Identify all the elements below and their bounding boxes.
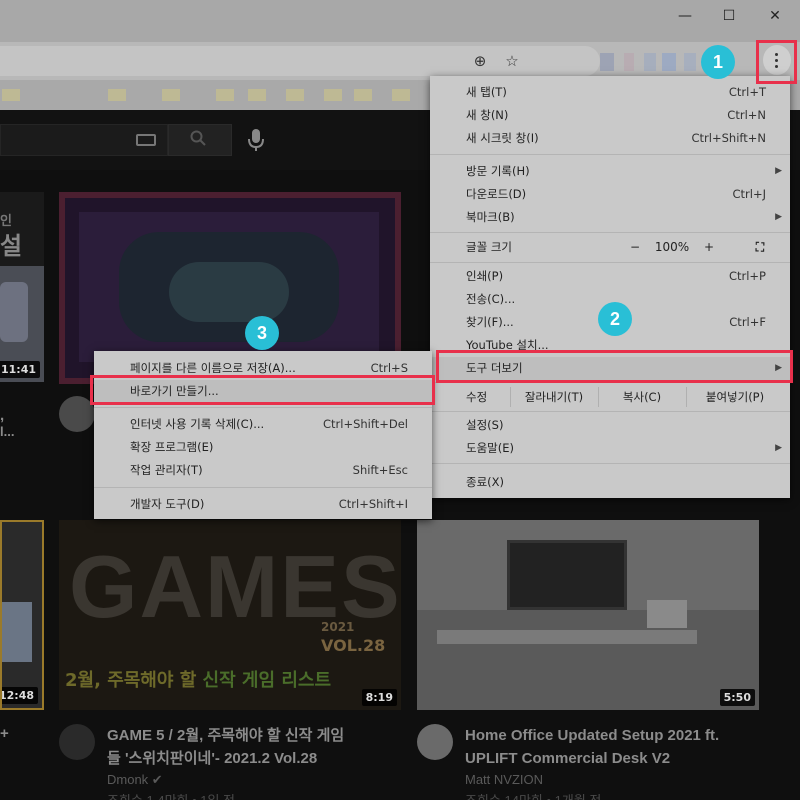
video-title-line[interactable]: UPLIFT Commercial Desk V2 <box>465 747 670 770</box>
video-thumbnail[interactable]: 5:50 <box>417 520 759 710</box>
edit-label: 수정 <box>466 390 488 404</box>
thumbnail-text: 신작 게임 리스트 <box>202 670 331 691</box>
channel-avatar[interactable] <box>417 724 453 760</box>
zoom-label: 글꼴 크기 <box>466 240 512 254</box>
step-badge-2: 2 <box>598 302 632 336</box>
video-title-line[interactable]: 들 '스위치판이네'- 2021.2 Vol.28 <box>107 747 317 770</box>
bookmark-item[interactable] <box>324 89 342 101</box>
fullscreen-icon[interactable]: ⛶ <box>742 234 778 260</box>
bookmark-item[interactable] <box>108 89 126 101</box>
video-duration: 5:50 <box>719 689 755 706</box>
bookmark-item[interactable] <box>286 89 304 101</box>
browser-toolbar: ⊕ ☆ <box>0 42 800 80</box>
thumbnail-text: 설 <box>0 232 23 260</box>
highlight-more-tools <box>436 350 793 383</box>
menu-item-new-window[interactable]: 새 창(N) Ctrl+N <box>430 104 790 127</box>
video-duration: 12:48 <box>2 687 38 704</box>
thumbnail-text: 2021 <box>321 620 355 634</box>
video-title-fragment[interactable]: l... <box>0 420 14 443</box>
title-bar: — ☐ ✕ <box>0 0 800 42</box>
submenu-item-developer-tools[interactable]: 개발자 도구(D) Ctrl+Shift+I <box>94 493 432 516</box>
extension-icon[interactable] <box>644 53 656 71</box>
extension-icon[interactable] <box>684 53 696 71</box>
edit-row: 수정 잘라내기(T) 복사(C) 붙여넣기(P) <box>430 385 790 409</box>
zoom-row: 글꼴 크기 − 100% + ⛶ <box>430 234 790 260</box>
menu-divider <box>430 463 790 464</box>
menu-divider <box>430 411 790 412</box>
bookmark-item[interactable] <box>2 89 20 101</box>
submenu-item-extensions[interactable]: 확장 프로그램(E) <box>94 436 432 459</box>
channel-name[interactable]: Matt NVZION <box>465 772 543 787</box>
zoom-level: 100% <box>654 240 690 254</box>
bookmark-item[interactable] <box>216 89 234 101</box>
video-title-fragment[interactable]: + <box>0 722 9 745</box>
step-badge-3: 3 <box>245 316 279 350</box>
video-title-line[interactable]: Home Office Updated Setup 2021 ft. <box>465 724 719 747</box>
paste-button[interactable]: 붙여넣기(P) <box>686 385 784 409</box>
channel-name[interactable]: Dmonk ✔ <box>107 772 163 788</box>
thumbnail-text: 2월, 주목해야 할 <box>65 670 197 691</box>
highlight-create-shortcut <box>90 375 435 405</box>
video-duration: 8:19 <box>361 689 397 706</box>
extension-icon[interactable] <box>600 53 614 71</box>
menu-item-downloads[interactable]: 다운로드(D) Ctrl+J <box>430 183 790 206</box>
thumbnail-text: VOL.28 <box>321 636 386 655</box>
search-icon <box>190 130 206 146</box>
chrome-main-menu: 새 탭(T) Ctrl+T 새 창(N) Ctrl+N 새 시크릿 창(I) Ctrl… <box>430 76 790 498</box>
zoom-out-button[interactable]: − <box>620 234 650 260</box>
plus-circle-icon[interactable]: ⊕ <box>471 52 489 70</box>
step-badge-1: 1 <box>701 45 735 79</box>
minimize-button[interactable]: — <box>670 6 700 26</box>
bookmark-item[interactable] <box>162 89 180 101</box>
video-thumbnail[interactable]: 12:48 <box>0 520 44 710</box>
keyboard-icon[interactable] <box>136 134 156 146</box>
video-duration: 11:41 <box>0 361 40 378</box>
video-thumbnail[interactable]: 인 설 11:41 <box>0 192 44 382</box>
channel-avatar[interactable] <box>59 724 95 760</box>
microphone-icon[interactable] <box>248 128 264 152</box>
copy-button[interactable]: 복사(C) <box>598 385 686 409</box>
submenu-item-clear-history[interactable]: 인터넷 사용 기록 삭제(C)... Ctrl+Shift+Del <box>94 413 432 436</box>
menu-divider <box>94 407 432 408</box>
menu-divider <box>430 262 790 263</box>
submenu-item-task-manager[interactable]: 작업 관리자(T) Shift+Esc <box>94 459 432 482</box>
star-icon[interactable]: ☆ <box>503 52 521 70</box>
menu-item-exit[interactable]: 종료(X) <box>430 471 790 494</box>
menu-item-incognito[interactable]: 새 시크릿 창(I) Ctrl+Shift+N <box>430 127 790 150</box>
video-meta: 조회수 14만회 • 1개월 전 <box>465 790 601 800</box>
menu-divider <box>430 154 790 155</box>
menu-item-bookmarks[interactable]: 북마크(B) ▶ <box>430 206 790 229</box>
menu-item-settings[interactable]: 설정(S) <box>430 414 790 437</box>
menu-item-help[interactable]: 도움말(E) ▶ <box>430 437 790 460</box>
bookmark-item[interactable] <box>392 89 410 101</box>
menu-item-print[interactable]: 인쇄(P) Ctrl+P <box>430 265 790 288</box>
video-thumbnail[interactable]: GAMES 2021 VOL.28 2월, 주목해야 할 신작 게임 리스트 8… <box>59 520 401 710</box>
extension-icon[interactable] <box>662 53 676 71</box>
cut-button[interactable]: 잘라내기(T) <box>510 385 598 409</box>
close-button[interactable]: ✕ <box>760 6 790 26</box>
chevron-right-icon: ▶ <box>775 443 782 453</box>
menu-item-history[interactable]: 방문 기록(H) ▶ <box>430 160 790 183</box>
menu-item-new-tab[interactable]: 새 탭(T) Ctrl+T <box>430 81 790 104</box>
bookmark-item[interactable] <box>248 89 266 101</box>
menu-divider <box>430 232 790 233</box>
maximize-button[interactable]: ☐ <box>714 6 744 26</box>
video-meta: 조회수 1.4만회 • 1일 전 <box>107 790 235 800</box>
video-title-line[interactable]: GAME 5 / 2월, 주목해야 할 신작 게임 <box>107 724 344 747</box>
bookmark-item[interactable] <box>354 89 372 101</box>
extension-icon[interactable] <box>624 53 634 71</box>
zoom-in-button[interactable]: + <box>694 234 724 260</box>
chevron-right-icon: ▶ <box>775 166 782 176</box>
menu-divider <box>94 487 432 488</box>
highlight-menu-button <box>756 40 797 84</box>
chevron-right-icon: ▶ <box>775 212 782 222</box>
